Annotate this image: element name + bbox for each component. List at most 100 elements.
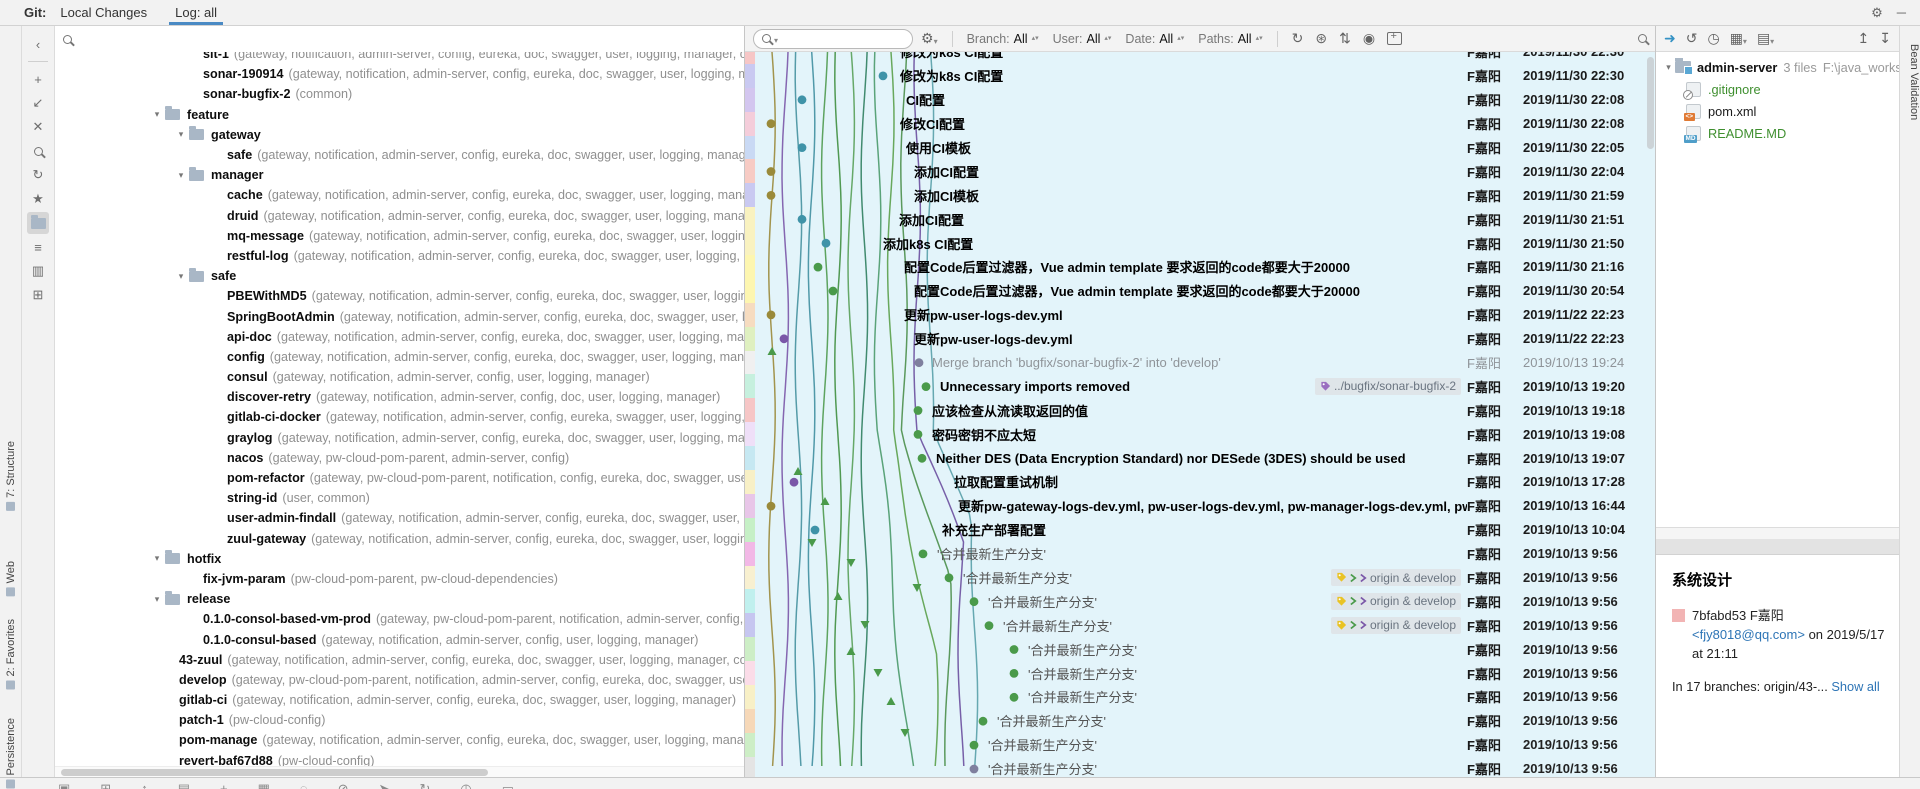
pin-icon[interactable]: ⊞ [27,284,49,306]
branch-row[interactable]: cache(gateway, notification, admin-serve… [55,185,744,205]
branch-row[interactable]: SpringBootAdmin(gateway, notification, a… [55,306,744,326]
branch-row[interactable]: gitlab-ci(gateway, notification, admin-s… [55,690,744,710]
log-settings-gear-icon[interactable]: ⚙ [921,30,938,47]
commit-row[interactable]: '合并最新生产分支'origin & developF嘉阳2019/10/13 … [745,566,1655,590]
commit-row[interactable]: 修改为k8s CI配置F嘉阳2019/11/30 22:30 [745,64,1655,88]
commit-row[interactable]: 添加CI模板F嘉阳2019/11/30 21:59 [745,183,1655,207]
filter-date[interactable]: Date:All▴▾ [1125,32,1184,46]
details-splitter-handle[interactable] [1656,539,1899,555]
branch-row[interactable]: restful-log(gateway, notification, admin… [55,246,744,266]
branch-group-row[interactable]: ▾manager [55,165,744,185]
status-bar-icon[interactable]: ▤ [178,781,190,789]
branch-row[interactable]: consul(gateway, notification, admin-serv… [55,367,744,387]
ref-label[interactable]: origin & develop [1331,593,1461,610]
rollback-icon[interactable]: ↙ [27,92,49,114]
status-bar-icon[interactable]: ▣ [58,781,70,789]
tab-local-changes[interactable]: Local Changes [46,0,161,25]
ref-label[interactable]: origin & develop [1331,569,1461,586]
branch-row[interactable]: develop(gateway, pw-cloud-pom-parent, no… [55,670,744,690]
group-by-directory-icon[interactable]: ▤ [1757,30,1774,47]
commit-row[interactable]: 应该检查从流读取返回的值F嘉阳2019/10/13 19:18 [745,398,1655,422]
filter-branch[interactable]: Branch:All▴▾ [967,32,1039,46]
search-icon[interactable] [27,140,49,162]
branch-row[interactable]: PBEWithMD5(gateway, notification, admin-… [55,286,744,306]
presentation-settings-eye-icon[interactable]: ◉ [1363,30,1375,47]
collapse-arrow-icon[interactable]: ▾ [149,553,165,564]
branch-row[interactable]: user-admin-findall(gateway, notification… [55,508,744,528]
branch-group-row[interactable]: ▾safe [55,266,744,286]
commit-row[interactable]: Merge branch 'bugfix/sonar-bugfix-2' int… [745,351,1655,375]
commit-row[interactable]: Neither DES (Data Encryption Standard) n… [745,446,1655,470]
branch-group-row[interactable]: ▾release [55,589,744,609]
status-bar-icon[interactable]: ⊞ [100,781,111,789]
branches-search-input[interactable] [80,32,736,46]
group-by-module-icon[interactable]: ▦ [1730,30,1747,47]
log-vertical-scrollbar[interactable] [1647,57,1654,149]
commit-row[interactable]: 修改CI配置F嘉阳2019/11/30 22:08 [745,112,1655,136]
commit-row[interactable]: 使用CI模板F嘉阳2019/11/30 22:05 [745,136,1655,160]
commit-row[interactable]: Unnecessary imports removed../bugfix/son… [745,374,1655,398]
branch-row[interactable]: fix-jvm-param(pw-cloud-pom-parent, pw-cl… [55,569,744,589]
status-bar-icon[interactable]: ↑ [141,781,148,789]
refresh-icon[interactable]: ↻ [1292,30,1304,47]
branch-row[interactable]: 0.1.0-consul-based(gateway, notification… [55,629,744,649]
commit-row[interactable]: 密码密钥不应太短F嘉阳2019/10/13 19:08 [745,422,1655,446]
delete-icon[interactable]: ✕ [27,116,49,138]
details-splitter[interactable] [1656,527,1899,539]
commit-row[interactable]: '合并最新生产分支'F嘉阳2019/10/13 9:56 [745,733,1655,757]
branch-row[interactable]: graylog(gateway, notification, admin-ser… [55,428,744,448]
go-to-hash-icon[interactable]: ⊛ [1315,30,1327,47]
commit-row[interactable]: '合并最新生产分支'F嘉阳2019/10/13 9:56 [745,542,1655,566]
sort-icon[interactable]: ⇅ [1339,30,1351,47]
scrollbar-thumb[interactable] [61,769,488,776]
branch-row[interactable]: pom-manage(gateway, notification, admin-… [55,730,744,750]
status-bar-icon[interactable]: ➤ [379,781,390,789]
status-bar-icon[interactable]: ◷ [460,781,471,789]
commit-row[interactable]: 更新pw-gateway-logs-dev.yml, pw-user-logs-… [745,494,1655,518]
back-icon[interactable]: ‹ [27,33,49,55]
commit-row[interactable]: '合并最新生产分支'origin & developF嘉阳2019/10/13 … [745,613,1655,637]
history-icon[interactable]: ◷ [1707,30,1719,47]
add-icon[interactable]: + [27,68,49,90]
stripe-tab-bean-validation[interactable]: Bean Validation [1900,44,1920,120]
collapse-arrow-icon[interactable]: ▾ [173,271,189,282]
log-filter-searchbox[interactable] [753,29,913,49]
branch-row[interactable]: sit-1(gateway, notification, admin-serve… [55,52,744,64]
branches-horizontal-scrollbar[interactable] [55,766,744,777]
filter-user[interactable]: User:All▴▾ [1053,32,1112,46]
stripe-tab-2-favorites[interactable]: 2: Favorites [0,619,22,689]
commit-row[interactable]: '合并最新生产分支'origin & developF嘉阳2019/10/13 … [745,589,1655,613]
commit-row[interactable]: 补充生产部署配置F嘉阳2019/10/13 10:04 [745,518,1655,542]
branch-row[interactable]: patch-1(pw-cloud-config) [55,710,744,730]
status-bar-icon[interactable]: + [220,781,228,789]
collapse-arrow-icon[interactable]: ▾ [149,109,165,120]
commit-row[interactable]: 配置Code后置过滤器，Vue admin template 要求返回的code… [745,279,1655,303]
commit-row[interactable]: '合并最新生产分支'F嘉阳2019/10/13 9:56 [745,661,1655,685]
ref-label[interactable]: ../bugfix/sonar-bugfix-2 [1315,378,1461,395]
branch-row[interactable]: revert-baf67d88(pw-cloud-config) [55,751,744,766]
status-bar-icon[interactable]: ▭ [502,781,514,789]
changed-file-row[interactable]: MDREADME.MD [1656,122,1899,144]
commit-row[interactable]: 更新pw-user-logs-dev.ymlF嘉阳2019/11/22 22:2… [745,303,1655,327]
collapse-arrow-icon[interactable]: ▾ [173,170,189,181]
branch-row[interactable]: gitlab-ci-docker(gateway, notification, … [55,407,744,427]
branch-row[interactable]: 0.1.0-consol-based-vm-prod(gateway, pw-c… [55,609,744,629]
rollback-icon[interactable]: ↺ [1686,30,1698,47]
commit-row[interactable]: 配置Code后置过滤器，Vue admin template 要求返回的code… [745,255,1655,279]
star-icon[interactable]: ★ [27,188,49,210]
settings-icon[interactable]: ⚙ [1871,5,1883,21]
branch-row[interactable]: nacos(gateway, pw-cloud-pom-parent, admi… [55,448,744,468]
status-bar-icon[interactable]: ⊘ [338,781,349,789]
status-bar-icon[interactable]: ▦ [258,781,270,789]
stripe-tab-7-structure[interactable]: 7: Structure [0,441,22,511]
branch-row[interactable]: sonar-190914(gateway, notification, admi… [55,64,744,84]
collapse-arrow-icon[interactable]: ▾ [173,129,189,140]
commit-row[interactable]: '合并最新生产分支'F嘉阳2019/10/13 9:56 [745,637,1655,661]
preview-icon[interactable]: ▥ [27,260,49,282]
branch-row[interactable]: string-id(user, common) [55,488,744,508]
collapse-arrow-icon[interactable]: ▾ [149,594,165,605]
show-all-link[interactable]: Show all [1831,679,1879,694]
commit-row[interactable]: 添加k8s CI配置F嘉阳2019/11/30 21:50 [745,231,1655,255]
branch-group-row[interactable]: ▾hotfix [55,549,744,569]
refresh-icon[interactable]: ↻ [27,164,49,186]
